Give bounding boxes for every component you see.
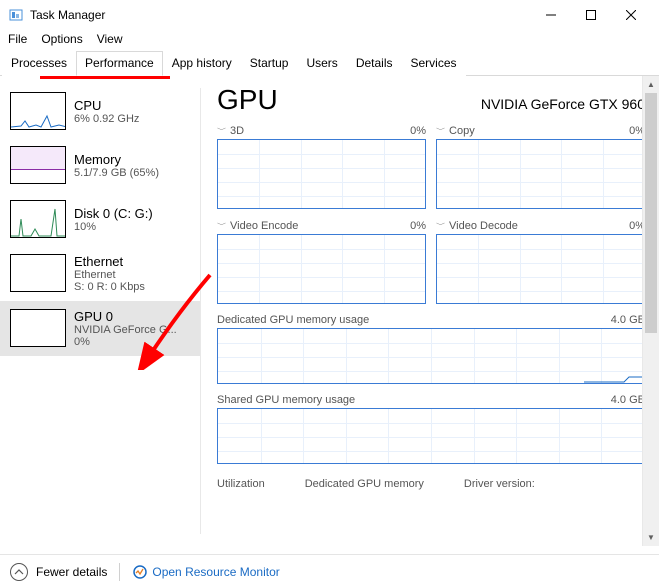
graph-venc-pct: 0%	[410, 220, 426, 232]
disk-sub: 10%	[74, 221, 153, 233]
graph-copy[interactable]	[436, 139, 645, 209]
chevron-down-icon[interactable]: ﹀	[436, 221, 445, 230]
sidebar-item-ethernet[interactable]: Ethernet Ethernet S: 0 R: 0 Kbps	[0, 246, 200, 301]
gpu-title: GPU 0	[74, 309, 177, 324]
sidebar-item-cpu[interactable]: CPU 6% 0.92 GHz	[0, 84, 200, 138]
tab-performance[interactable]: Performance	[76, 51, 163, 76]
stat-utilization: Utilization	[217, 478, 265, 490]
shmem-right: 4.0 GB	[611, 394, 645, 406]
graph-copy-label: Copy	[449, 125, 475, 137]
menu-options[interactable]: Options	[41, 32, 82, 46]
main-panel: GPU NVIDIA GeForce GTX 960 ﹀ 3D 0% ﹀ Cop…	[201, 76, 659, 546]
resource-monitor-icon	[132, 564, 148, 580]
graph-venc-box: ﹀ Video Encode 0%	[217, 219, 426, 304]
maximize-button[interactable]	[571, 0, 611, 30]
graph-shared-memory[interactable]	[217, 408, 645, 464]
disk-title: Disk 0 (C: G:)	[74, 206, 153, 221]
eth-sub2: S: 0 R: 0 Kbps	[74, 281, 145, 293]
memory-title: Memory	[74, 152, 159, 167]
eth-title: Ethernet	[74, 254, 145, 269]
ethernet-thumb	[10, 254, 66, 292]
graph-dedicated-memory[interactable]	[217, 328, 645, 384]
menu-view[interactable]: View	[97, 32, 123, 46]
shmem-label: Shared GPU memory usage	[217, 394, 355, 406]
cpu-sub: 6% 0.92 GHz	[74, 113, 139, 125]
orm-label: Open Resource Monitor	[152, 565, 279, 579]
app-icon	[8, 7, 24, 23]
close-button[interactable]	[611, 0, 651, 30]
scrollbar-thumb[interactable]	[645, 93, 657, 333]
open-resource-monitor-link[interactable]: Open Resource Monitor	[132, 564, 279, 580]
memory-thumb	[10, 146, 66, 184]
tab-app-history[interactable]: App history	[163, 51, 241, 76]
scroll-up-icon[interactable]: ▲	[643, 76, 659, 93]
title-bar: Task Manager	[0, 0, 659, 30]
tab-startup[interactable]: Startup	[241, 51, 298, 76]
gpu-model: NVIDIA GeForce GTX 960	[481, 96, 645, 112]
graph-copy-box: ﹀ Copy 0%	[436, 124, 645, 209]
graph-3d-label: 3D	[230, 125, 244, 137]
memory-sub: 5.1/7.9 GB (65%)	[74, 167, 159, 179]
chevron-down-icon[interactable]: ﹀	[436, 126, 445, 135]
graph-3d-box: ﹀ 3D 0%	[217, 124, 426, 209]
tab-processes[interactable]: Processes	[2, 51, 76, 76]
dedmem-right: 4.0 GB	[611, 314, 645, 326]
disk-thumb	[10, 200, 66, 238]
sidebar-item-gpu[interactable]: GPU 0 NVIDIA GeForce G... 0%	[0, 301, 200, 356]
chevron-down-icon[interactable]: ﹀	[217, 221, 226, 230]
menu-bar: File Options View	[0, 30, 659, 50]
gpu-thumb	[10, 309, 66, 347]
graph-3d[interactable]	[217, 139, 426, 209]
menu-file[interactable]: File	[8, 32, 27, 46]
tab-services[interactable]: Services	[402, 51, 466, 76]
minimize-button[interactable]	[531, 0, 571, 30]
graph-video-decode[interactable]	[436, 234, 645, 304]
cpu-thumb	[10, 92, 66, 130]
sidebar-item-memory[interactable]: Memory 5.1/7.9 GB (65%)	[0, 138, 200, 192]
graph-venc-label: Video Encode	[230, 220, 298, 232]
gpu-sub2: 0%	[74, 336, 177, 348]
window-title: Task Manager	[30, 8, 105, 22]
tab-users[interactable]: Users	[297, 51, 346, 76]
eth-sub1: Ethernet	[74, 269, 145, 281]
stat-driver-version: Driver version:	[464, 478, 535, 490]
scroll-down-icon[interactable]: ▼	[643, 529, 659, 546]
sidebar-item-disk[interactable]: Disk 0 (C: G:) 10%	[0, 192, 200, 246]
tab-strip: Processes Performance App history Startu…	[0, 50, 659, 76]
scrollbar[interactable]: ▲ ▼	[642, 76, 659, 546]
sidebar: CPU 6% 0.92 GHz Memory 5.1/7.9 GB (65%) …	[0, 76, 200, 546]
content-area: CPU 6% 0.92 GHz Memory 5.1/7.9 GB (65%) …	[0, 76, 659, 546]
dedmem-label: Dedicated GPU memory usage	[217, 314, 369, 326]
gpu-sub1: NVIDIA GeForce G...	[74, 324, 177, 336]
cpu-title: CPU	[74, 98, 139, 113]
graph-vdec-box: ﹀ Video Decode 0%	[436, 219, 645, 304]
tab-details[interactable]: Details	[347, 51, 402, 76]
annotation-underline	[40, 76, 170, 79]
fewer-details-icon[interactable]	[10, 563, 28, 581]
chevron-down-icon[interactable]: ﹀	[217, 126, 226, 135]
footer-divider	[119, 563, 120, 581]
footer: Fewer details Open Resource Monitor	[0, 554, 659, 588]
main-heading: GPU	[217, 84, 278, 116]
fewer-details-link[interactable]: Fewer details	[36, 565, 107, 579]
stat-dedicated-memory: Dedicated GPU memory	[305, 478, 424, 490]
graph-vdec-label: Video Decode	[449, 220, 518, 232]
graph-video-encode[interactable]	[217, 234, 426, 304]
graph-3d-pct: 0%	[410, 125, 426, 137]
